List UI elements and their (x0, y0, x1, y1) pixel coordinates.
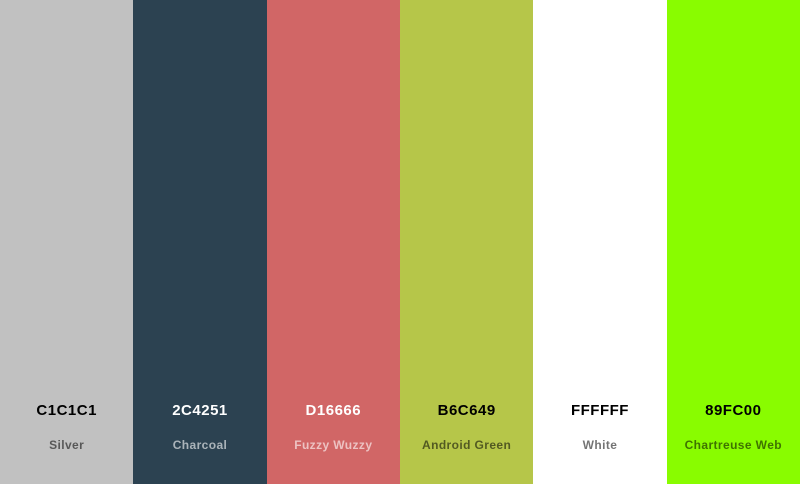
swatch-name: Fuzzy Wuzzy (294, 438, 373, 452)
swatch-silver[interactable]: C1C1C1 Silver (0, 0, 134, 484)
swatch-hex: C1C1C1 (36, 402, 97, 419)
swatch-hex: B6C649 (437, 402, 496, 419)
swatch-hex: D16666 (305, 402, 362, 419)
color-palette: C1C1C1 Silver 2C4251 Charcoal D16666 Fuz… (0, 0, 800, 484)
swatch-hex: FFFFFF (570, 402, 629, 419)
swatch-white[interactable]: FFFFFF White (533, 0, 667, 484)
swatch-name: Android Green (422, 438, 512, 452)
swatch-name: White (582, 438, 618, 452)
swatch-fuzzy-wuzzy[interactable]: D16666 Fuzzy Wuzzy (266, 0, 400, 484)
swatch-name: Silver (49, 438, 85, 452)
swatch-name: Charcoal (172, 438, 228, 452)
swatch-android-green[interactable]: B6C649 Android Green (399, 0, 534, 484)
swatch-hex: 2C4251 (172, 402, 228, 419)
swatch-hex: 89FC00 (705, 402, 762, 419)
swatch-chartreuse-web[interactable]: 89FC00 Chartreuse Web (666, 0, 800, 484)
swatch-charcoal[interactable]: 2C4251 Charcoal (133, 0, 267, 484)
swatch-name: Chartreuse Web (684, 438, 782, 452)
